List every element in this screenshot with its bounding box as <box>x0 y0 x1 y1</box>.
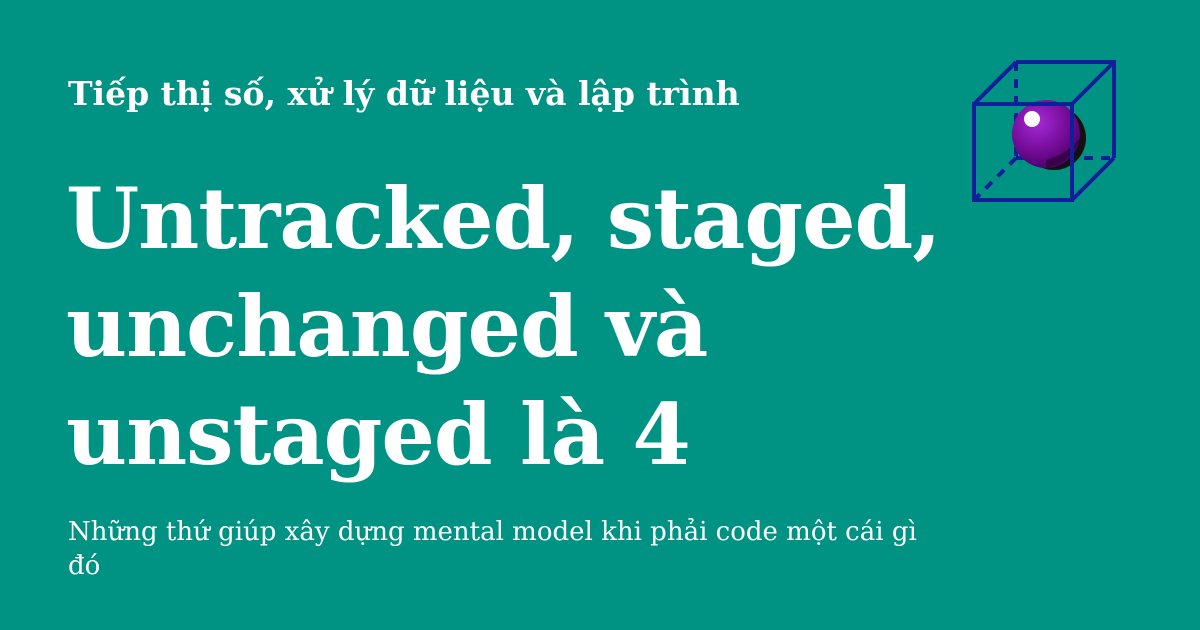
title-line-2: unchanged và <box>66 277 708 376</box>
social-card: Tiếp thị số, xử lý dữ liệu và lập trình … <box>0 0 1200 630</box>
cube-sphere-icon <box>972 60 1116 202</box>
title-line-1: Untracked, staged, <box>66 169 942 268</box>
article-subtitle: Những thứ giúp xây dựng mental model khi… <box>68 517 917 581</box>
title-line-3: unstaged là 4 <box>66 385 691 484</box>
site-name: Tiếp thị số, xử lý dữ liệu và lập trình <box>68 74 740 113</box>
article-title: Untracked, staged, unchanged và unstaged… <box>66 165 946 489</box>
